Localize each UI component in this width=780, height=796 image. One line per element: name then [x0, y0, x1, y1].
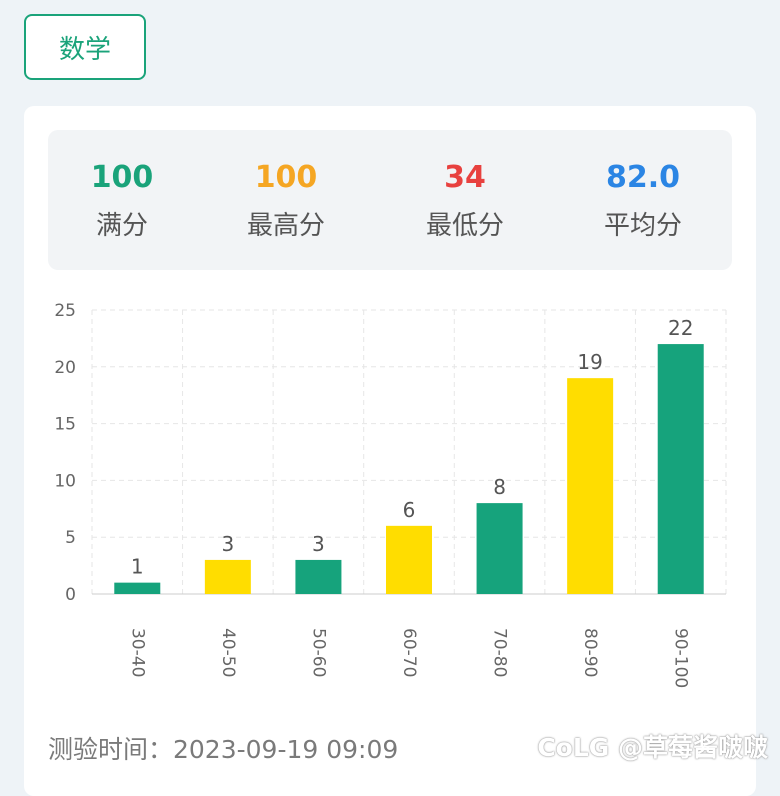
watermark: CoLG @草莓酱啵啵	[537, 733, 768, 762]
y-tick-label: 25	[54, 301, 76, 321]
bar-50-60	[295, 559, 342, 594]
bar-60-70	[386, 525, 432, 594]
score-distribution-chart: 0 5 10 15 20 25 1 30-40 3 40-50 3 50-60 6 60-70 8 70-80…	[54, 301, 727, 688]
bar-70-80	[476, 503, 523, 594]
x-tick-label: 30-40	[127, 628, 147, 677]
test-time: 测验时间：2023-09-19 09:09	[48, 735, 399, 764]
data-label: 3	[312, 532, 325, 556]
y-tick-label: 10	[54, 471, 76, 491]
data-label: 1	[131, 555, 144, 579]
data-label: 19	[577, 350, 602, 374]
x-tick-label: 50-60	[308, 628, 328, 677]
x-tick-label: 60-70	[399, 628, 419, 677]
data-label: 6	[403, 498, 416, 522]
bar-30-40	[114, 582, 161, 594]
y-tick-label: 5	[65, 528, 76, 548]
x-tick-label: 70-80	[490, 628, 510, 677]
data-label: 3	[221, 532, 234, 556]
y-tick-label: 0	[65, 585, 76, 605]
bar-40-50	[204, 559, 251, 594]
bar-90-100	[657, 344, 704, 594]
data-label: 22	[668, 316, 693, 340]
bar-80-90	[567, 378, 614, 594]
x-tick-label: 40-50	[218, 628, 238, 677]
y-tick-label: 15	[54, 415, 76, 435]
y-tick-label: 20	[54, 358, 76, 378]
x-tick-label: 80-90	[580, 628, 600, 677]
data-label: 8	[493, 475, 506, 499]
x-tick-label: 90-100	[671, 628, 691, 688]
